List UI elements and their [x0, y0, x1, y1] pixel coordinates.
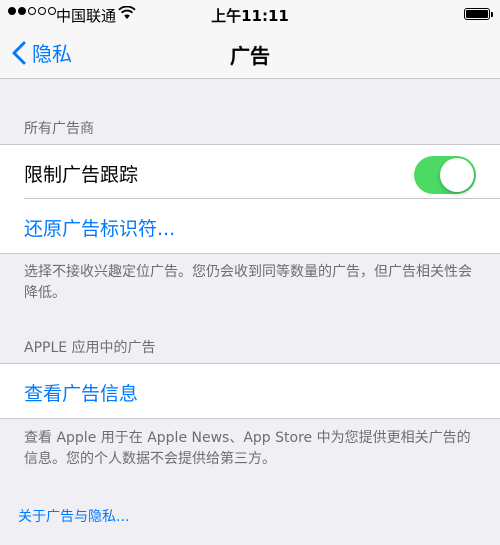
limit-tracking-row: 限制广告跟踪 — [0, 145, 500, 199]
view-ad-info-row[interactable]: 查看广告信息 — [0, 364, 500, 418]
section-header-apple-apps: APPLE 应用中的广告 — [24, 340, 156, 356]
status-bar: 中国联通 上午11:11 — [0, 0, 500, 30]
battery-nub — [491, 12, 493, 17]
view-ad-info-button[interactable]: 查看广告信息 — [24, 379, 138, 406]
reset-identifier-button[interactable]: 还原广告标识符... — [24, 214, 175, 241]
settings-group-apple-ads: 查看广告信息 — [0, 363, 500, 419]
tracking-footnote: 选择不接收兴趣定位广告。您仍会收到同等数量的广告，但广告相关性会降低。 — [24, 264, 472, 301]
apple-ads-footnote: 查看 Apple 用于在 Apple News、App Store 中为您提供更… — [24, 430, 471, 467]
limit-tracking-label: 限制广告跟踪 — [24, 164, 139, 186]
page-title: 广告 — [230, 44, 270, 68]
section-header-advertisers: 所有广告商 — [24, 121, 94, 137]
reset-identifier-row[interactable]: 还原广告标识符... — [0, 199, 500, 253]
limit-tracking-toggle[interactable] — [414, 156, 476, 194]
toggle-knob — [440, 158, 474, 192]
about-ads-privacy-link[interactable]: 关于广告与隐私... — [18, 506, 129, 526]
settings-group-tracking: 限制广告跟踪 还原广告标识符... — [0, 144, 500, 254]
battery-icon — [464, 8, 493, 20]
battery-fill — [466, 10, 488, 18]
navigation-bar: 隐私 广告 — [0, 30, 500, 79]
status-time: 上午11:11 — [211, 7, 289, 25]
